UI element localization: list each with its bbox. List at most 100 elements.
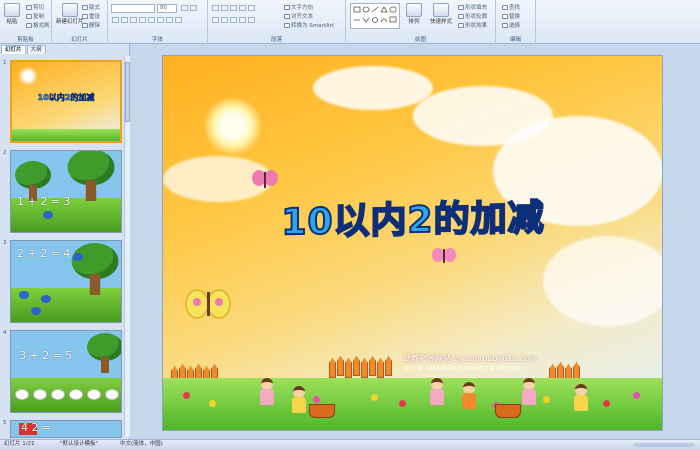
replace-icon	[502, 13, 508, 19]
butterfly-icon	[432, 248, 456, 263]
bullets-button[interactable]	[212, 5, 219, 11]
cut-label: 剪切	[33, 5, 45, 11]
flower-icon	[603, 400, 610, 407]
slide-canvas[interactable]: 10以内2的加减 幼教资源网站 ziyuan.baby611.com 课件下载 …	[162, 55, 663, 431]
sheep-icon	[15, 389, 29, 400]
layout-button[interactable]: 版式	[82, 3, 100, 11]
find-button[interactable]: 查找	[502, 3, 520, 11]
line-spacing-button[interactable]	[248, 5, 255, 11]
flower-tub	[309, 404, 335, 418]
flower-icon	[183, 392, 190, 399]
smartart-label: 转换为 SmartArt	[291, 23, 335, 29]
slide-thumbnail-5[interactable]: 4 2 =	[10, 420, 122, 438]
language: 中文(简体，中国)	[120, 441, 163, 447]
text-direction-button[interactable]: 文字方向	[284, 3, 313, 11]
text-direction-label: 文字方向	[291, 5, 314, 11]
spacing-button[interactable]	[157, 17, 164, 23]
underline-button[interactable]	[130, 17, 137, 23]
tab-slides[interactable]: 幻灯片	[1, 45, 26, 54]
find-label: 查找	[509, 5, 521, 11]
font-size-combo[interactable]: 80	[157, 4, 177, 13]
format-painter-button[interactable]: 格式刷	[26, 21, 50, 29]
font-color-button[interactable]	[175, 17, 182, 23]
italic-button[interactable]	[121, 17, 128, 23]
thumb-equation: 3 + 2 = 5	[19, 349, 73, 362]
slides-group: 新建幻灯片 版式 重设 删除 幻灯片	[52, 0, 108, 44]
shapes-gallery[interactable]	[350, 3, 400, 29]
thumb-grass	[12, 129, 120, 141]
shape-fill-label: 形状填充	[465, 5, 488, 11]
slides-group-label: 幻灯片	[71, 37, 88, 43]
shape-outline-button[interactable]: 形状轮廓	[458, 12, 487, 20]
bold-button[interactable]	[112, 17, 119, 23]
quick-styles-button[interactable]: 快速样式	[430, 3, 452, 25]
sheep-icon	[87, 389, 101, 400]
editing-group: 查找 替换 选择 编辑	[496, 0, 536, 44]
tab-outline[interactable]: 大纲	[26, 45, 46, 54]
shape-effects-button[interactable]: 形状效果	[458, 21, 487, 29]
reset-icon	[82, 13, 88, 19]
child-figure	[573, 384, 589, 418]
align-center-button[interactable]	[221, 17, 228, 23]
bird-icon	[43, 211, 53, 219]
paste-button[interactable]: 粘贴	[4, 3, 20, 25]
text-direction-icon	[284, 4, 290, 10]
layout-label: 版式	[89, 5, 101, 11]
numbering-button[interactable]	[221, 5, 228, 11]
smartart-button[interactable]: 转换为 SmartArt	[284, 21, 334, 29]
delete-button[interactable]: 删除	[82, 21, 100, 29]
layout-icon	[82, 4, 88, 10]
editing-group-label: 编辑	[509, 37, 521, 43]
delete-icon	[82, 22, 88, 28]
zoom-slider[interactable]	[634, 443, 694, 447]
copy-button[interactable]: 复制	[26, 12, 44, 20]
shapes-gallery-icons	[353, 6, 397, 23]
arrange-button[interactable]: 排列	[406, 3, 422, 25]
panel-scrollbar[interactable]	[124, 56, 130, 437]
tree-icon	[71, 243, 119, 295]
slide-thumbnail-3[interactable]: 2 + 2 = 4	[10, 240, 122, 323]
thumb-equation: 4 2 =	[21, 421, 52, 434]
bird-icon	[19, 291, 29, 299]
font-group-label: 字体	[151, 37, 163, 43]
align-left-button[interactable]	[212, 17, 219, 23]
sheep-icon	[33, 389, 47, 400]
increase-indent-button[interactable]	[239, 5, 246, 11]
scroll-thumb[interactable]	[125, 62, 130, 122]
grow-font-button[interactable]	[181, 5, 188, 11]
butterfly-icon	[185, 289, 231, 319]
butterfly-icon	[252, 170, 278, 188]
child-figure	[521, 378, 537, 412]
slide-thumbnail-2[interactable]: 1 + 2 = 3	[10, 150, 122, 233]
ribbon: 粘贴 剪切 复制 格式刷 剪贴板 新建幻灯片 版式 重设 删除 幻灯片 80 字…	[0, 0, 700, 44]
decrease-indent-button[interactable]	[230, 5, 237, 11]
strike-button[interactable]	[139, 17, 146, 23]
find-icon	[502, 4, 508, 10]
flower-icon	[313, 396, 320, 403]
format-painter-label: 格式刷	[33, 23, 50, 29]
sun-icon	[18, 66, 38, 86]
shadow-button[interactable]	[148, 17, 155, 23]
new-slide-button[interactable]: 新建幻灯片	[56, 3, 84, 25]
reset-button[interactable]: 重设	[82, 12, 100, 20]
align-text-icon	[284, 13, 290, 19]
columns-button[interactable]	[248, 17, 255, 23]
select-button[interactable]: 选择	[502, 21, 520, 29]
replace-button[interactable]: 替换	[502, 12, 520, 20]
case-button[interactable]	[166, 17, 173, 23]
shape-fill-button[interactable]: 形状填充	[458, 3, 487, 11]
cut-button[interactable]: 剪切	[26, 3, 44, 11]
slide-title[interactable]: 10以内2的加减	[233, 188, 593, 246]
scissors-icon	[26, 4, 32, 10]
font-name-combo[interactable]	[111, 4, 155, 13]
justify-button[interactable]	[239, 17, 246, 23]
flower-icon	[399, 400, 406, 407]
slides-panel: 幻灯片 大纲 1 10以内2的加减 2 1 + 2 = 3 3 2 + 2 = …	[0, 44, 130, 439]
slide-thumbnail-4[interactable]: 3 + 2 = 5	[10, 330, 122, 413]
align-right-button[interactable]	[230, 17, 237, 23]
clipboard-group-label: 剪贴板	[17, 37, 34, 43]
slide-thumbnail-1[interactable]: 10以内2的加减	[10, 60, 122, 143]
shrink-font-button[interactable]	[190, 5, 197, 11]
align-text-button[interactable]: 对齐文本	[284, 12, 313, 20]
delete-label: 删除	[89, 23, 101, 29]
